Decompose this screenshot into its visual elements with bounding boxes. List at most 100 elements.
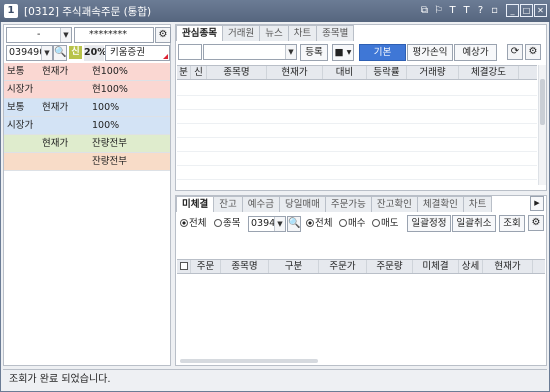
quick-order-row[interactable]: 현재가 잔량전부 [4,135,170,153]
tab-1[interactable]: 잔고 [213,196,243,212]
t-icon[interactable]: T [460,4,473,17]
filter-stock-radio[interactable]: 종목 [214,217,240,231]
column-header[interactable]: 주문량 [367,260,413,273]
bulk-cancel-button[interactable]: 일괄취소 [452,215,496,232]
quick-order-row[interactable]: 시장가 100% [4,117,170,135]
bottom-search-button[interactable]: 🔍 [287,216,301,232]
column-header[interactable]: 주문가 [319,260,367,273]
refresh-icon: ⟳ [510,46,520,57]
column-header[interactable]: 신 [191,66,207,79]
gear-icon: ⚙ [528,46,538,57]
flag-icon[interactable]: ⚐ [432,4,445,17]
password-field[interactable]: ******** [74,27,154,43]
register-button[interactable]: 등록 [300,44,328,61]
select-all-checkbox[interactable] [177,260,191,273]
side-buy-radio[interactable]: 매수 [339,217,365,231]
quick-order-qty: 100% [92,102,120,113]
options-dropdown[interactable]: ■ ▾ [332,44,354,61]
column-header[interactable]: 상세 [459,260,483,273]
quick-order-row[interactable]: 잔량전부 [4,153,170,171]
radio-checked-icon [180,219,188,227]
quick-order-type: 시장가 [7,84,34,95]
tab-4[interactable]: 종목별 [316,25,355,41]
filter-all-label: 전체 [189,218,207,229]
link-icon[interactable]: ⧉ [418,4,431,17]
query-button[interactable]: 조회 [499,215,525,232]
column-header[interactable]: 현재가 [267,66,323,79]
tab-scroll-button[interactable]: ▶ [530,196,544,211]
account-select[interactable]: - ▼ [6,27,72,43]
font-icon[interactable]: T [446,4,459,17]
stock-code-input[interactable]: 039490 ▼ [6,45,53,61]
quick-order-qty: 잔량전부 [92,138,127,149]
view-eval-button[interactable]: 평가손익 [407,44,453,61]
account-tabs: 미체결 잔고 예수금 당일매매 주문가능 잔고확인 체결확인 차트 [176,196,493,212]
close-icon[interactable]: ✕ [534,4,547,17]
window-title: [0312] 주식괘속주문 (통합) [24,4,151,19]
horizontal-scrollbar[interactable] [180,359,318,363]
filter-all-radio[interactable]: 전체 [180,217,206,231]
quick-order-row[interactable]: 보통 현재가 현100% [4,63,170,81]
tab-1[interactable]: 거래원 [221,25,261,41]
settings-button[interactable]: ⚙ [155,27,171,43]
status-bar: 조회가 완료 되었습니다. [3,369,547,389]
help-icon[interactable]: ? [474,4,487,17]
radio-icon [339,219,347,227]
quick-order-price: 현재가 [42,102,69,113]
gear-icon: ⚙ [158,29,168,40]
column-header[interactable]: 대비 [323,66,367,79]
checkbox-icon [179,262,188,270]
watchlist-grid[interactable] [177,81,537,185]
column-header[interactable]: 등락률 [367,66,407,79]
quick-order-row[interactable]: 시장가 현100% [4,81,170,99]
column-header[interactable]: 체결강도 [459,66,519,79]
radio-icon [372,219,380,227]
minimize-icon[interactable]: _ [506,4,519,17]
tab-4[interactable]: 주문가능 [324,196,372,212]
column-header[interactable]: 종목명 [221,260,269,273]
search-button[interactable]: 🔍 [53,45,67,61]
bulk-adjust-button[interactable]: 일괄정정 [407,215,451,232]
tab-2[interactable]: 뉴스 [259,25,289,41]
tab-0[interactable]: 미체결 [176,196,215,212]
side-sell-radio[interactable]: 매도 [372,217,398,231]
column-header[interactable]: 현재가 [483,260,533,273]
tab-2[interactable]: 예수금 [241,196,280,212]
bottom-stock-code-input[interactable]: 039490 ▼ [248,216,286,232]
group-name-select[interactable]: ▼ [203,44,297,60]
settings-button[interactable]: ⚙ [528,215,544,231]
maximize-icon[interactable]: □ [520,4,533,17]
tab-6[interactable]: 체결확인 [416,196,464,212]
square-icon: ■ ▾ [334,47,352,58]
view-basic-button[interactable]: 기본 [359,44,406,61]
view-expected-button[interactable]: 예상가 [454,44,497,61]
group-select[interactable] [178,44,202,60]
scroll-thumb[interactable] [540,79,545,125]
watchlist-scrollbar[interactable] [538,65,546,185]
tab-7[interactable]: 차트 [462,196,493,212]
chevron-right-icon: ▶ [534,199,540,207]
search-icon: 🔍 [288,218,301,229]
grid-row-line [177,165,537,166]
tab-3[interactable]: 당일매매 [278,196,326,212]
window-icon[interactable]: ▫ [488,4,501,17]
quick-order-price: 현재가 [42,66,69,77]
pending-orders-grid[interactable] [177,275,545,357]
refresh-button[interactable]: ⟳ [507,44,523,60]
tab-3[interactable]: 차트 [287,25,318,41]
tab-0[interactable]: 관심종목 [176,25,223,41]
quick-order-qty: 현100% [92,84,128,95]
settings-button[interactable]: ⚙ [525,44,541,60]
column-header[interactable]: 주문 [191,260,221,273]
side-all-radio[interactable]: 전체 [306,217,332,231]
column-header[interactable]: 종목명 [207,66,267,79]
column-header[interactable]: 분 [177,66,191,79]
order-panel: - ▼ ******** ⚙ 039490 ▼ 🔍 신 20% 키움증권 보통 현… [3,24,171,366]
quick-order-row[interactable]: 보통 현재가 100% [4,99,170,117]
password-value: ******** [89,29,127,40]
column-header[interactable]: 구분 [269,260,319,273]
tab-5[interactable]: 잔고확인 [370,196,418,212]
column-header[interactable]: 거래량 [407,66,459,79]
side-buy-label: 매수 [348,218,366,229]
column-header[interactable]: 미체결 [413,260,459,273]
